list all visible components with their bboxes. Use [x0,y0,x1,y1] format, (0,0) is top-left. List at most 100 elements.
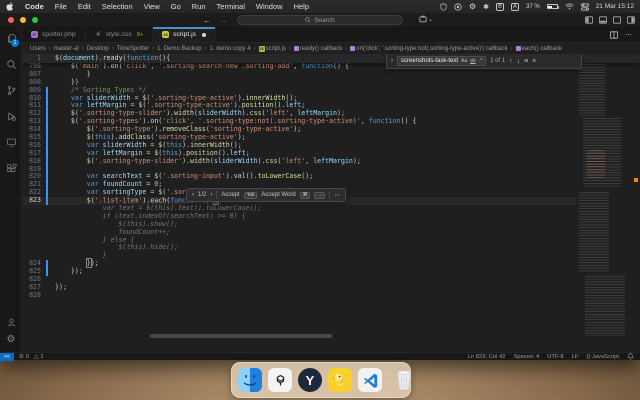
find-in-selection-icon[interactable]: ≡ [524,58,528,65]
breadcrumb-item[interactable]: 1. demo copy 4 [210,46,251,52]
apple-menu-icon[interactable] [6,2,14,11]
toggle-replace-icon[interactable]: › [391,58,393,64]
breadcrumb-item[interactable]: ready() callback [293,46,342,52]
code-line[interactable]: } [22,251,640,260]
app-circle-icon[interactable] [454,2,462,11]
find-input[interactable]: screenshots-task-text Aa ab .* [397,56,487,66]
dock-trash-icon[interactable] [394,367,414,393]
nav-forward-icon[interactable]: → [219,16,227,25]
run-debug-icon[interactable] [0,106,22,126]
whole-word-toggle[interactable]: ab [470,58,476,64]
dock-duck-icon[interactable] [328,367,352,393]
errors-icon[interactable]: ⊘ [19,354,24,360]
breadcrumb-item[interactable]: master-al [54,46,79,52]
wifi-icon[interactable] [565,2,574,11]
accept-word-button[interactable]: Accept Word [261,192,295,198]
code-token: var [86,140,99,149]
menu-edit[interactable]: Edit [78,2,91,11]
suggestion-pager: 1/2 [198,192,207,198]
menu-help[interactable]: Help [294,2,309,11]
code-line[interactable]: $(this).hide(); [22,244,640,252]
menu-selection[interactable]: Selection [102,2,133,11]
indentation[interactable]: Spaces: 4 [513,354,539,360]
accept-button[interactable]: Accept [221,192,239,198]
find-next-icon[interactable]: ↓ [517,58,521,65]
toggle-sidebar-icon[interactable] [585,16,593,24]
breadcrumb-item[interactable]: JS script.js [258,45,286,52]
menubar-clock[interactable]: 21 Mar 15:12 [596,3,634,10]
remote-indicator[interactable]: >< [0,352,14,361]
errors-count[interactable]: 0 [26,354,29,360]
warnings-count[interactable]: 1 [40,354,43,360]
code-line[interactable]: 826 [22,275,640,284]
notifications-bell-icon[interactable] [627,353,634,360]
menu-window[interactable]: Window [256,2,283,11]
command-center-search[interactable]: Search [237,15,403,25]
extensions-icon[interactable] [0,158,22,178]
encoding[interactable]: UTF-8 [547,354,563,360]
minimap[interactable] [577,54,633,339]
zoom-window-button[interactable] [32,17,38,23]
code-line[interactable]: 827}); [22,283,640,292]
close-find-icon[interactable]: × [532,58,536,65]
code-line[interactable]: 824 }); [22,258,640,269]
dock-vscode-icon[interactable] [358,367,382,393]
breadcrumb-item[interactable]: 1. Demo Backup [157,46,201,52]
close-window-button[interactable] [8,17,14,23]
code-line[interactable]: 828 [22,291,640,300]
nav-back-icon[interactable]: ← [203,16,211,25]
search-sidebar-icon[interactable] [0,54,22,74]
breadcrumb-item[interactable]: each() callback [515,46,562,52]
remote-explorer-icon[interactable] [0,132,22,152]
b-app-icon[interactable]: B [496,2,504,11]
menu-terminal[interactable]: Terminal [217,2,245,11]
control-center-icon[interactable] [580,2,589,11]
gear-menu-icon[interactable]: ⚙ [469,2,476,11]
suggestion-more-icon[interactable]: ⋯ [334,192,340,199]
dock-chatgpt-icon[interactable] [268,367,292,393]
menu-run[interactable]: Run [192,2,206,11]
code-line[interactable]: 825 }); [22,267,640,277]
breadcrumb-item[interactable]: Users [30,46,46,52]
minimize-window-button[interactable] [20,17,26,23]
breadcrumb-item[interactable]: Desktop [87,46,109,52]
warnings-icon[interactable]: △ [34,354,38,360]
find-previous-icon[interactable]: ↑ [509,58,513,65]
tab-spotter-php[interactable]: P spotter.php [22,27,86,42]
menu-view[interactable]: View [144,2,160,11]
code-line[interactable]: 807 } [22,70,640,79]
suggestion-next-icon[interactable]: › [210,192,212,198]
menu-code[interactable]: Code [25,2,44,11]
code-line[interactable]: 818 $('.sorting-type-slider').width(slid… [22,157,640,166]
dock-yandex-icon[interactable]: Y [298,367,322,393]
asterisk-icon[interactable]: ✱ [483,2,489,11]
breadcrumb-item[interactable]: TimeSpotter [117,46,149,52]
language-mode[interactable]: {} JavaScript [586,354,619,360]
toggle-panel-icon[interactable] [599,16,607,24]
cursor-position[interactable]: Ln 823, Col 42 [468,354,506,360]
customize-layout-icon[interactable] [627,16,635,24]
profile-tool-icon[interactable]: ⌄ [419,15,433,23]
regex-toggle[interactable]: .* [479,58,482,64]
modified-dot-icon[interactable] [202,32,207,37]
overview-ruler[interactable] [633,54,640,339]
horizontal-scrollbar[interactable] [150,334,332,338]
more-actions-icon[interactable]: ⋯ [625,31,632,39]
toggle-secondary-sidebar-icon[interactable] [613,16,621,24]
menu-go[interactable]: Go [171,2,181,11]
settings-gear-icon[interactable]: ⚙ [0,329,22,349]
suggestion-prev-icon[interactable]: ‹ [192,192,194,198]
eol-sequence[interactable]: LF [572,354,579,360]
editor[interactable]: 1 $(document).ready(function(){798 $('mai… [22,54,640,339]
source-control-icon[interactable] [0,80,22,100]
shield-icon[interactable] [440,2,447,11]
breadcrumb-item[interactable]: on('click', '.sorting-type:not(.sorting-… [350,46,508,52]
menu-file[interactable]: File [55,2,67,11]
tab-script-js[interactable]: JS script.js [152,27,217,42]
dock-finder-icon[interactable] [238,367,262,393]
tab-style-css[interactable]: # style.css 9+ [85,27,153,42]
match-case-toggle[interactable]: Aa [461,58,467,64]
input-source-icon[interactable]: A [511,2,519,11]
split-editor-icon[interactable] [610,30,618,39]
